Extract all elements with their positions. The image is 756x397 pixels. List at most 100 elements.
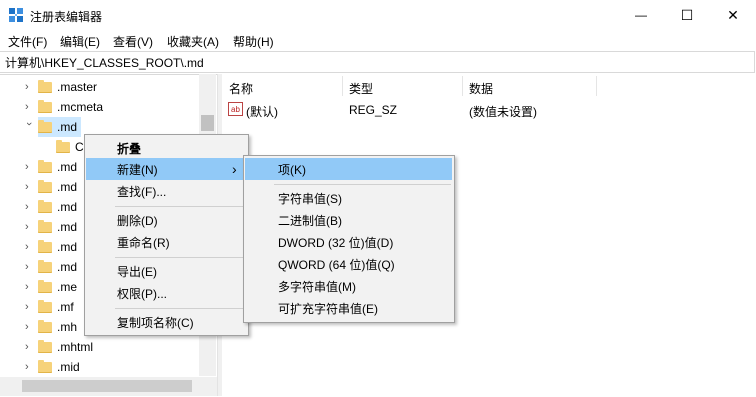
tree-item[interactable]: .md: [38, 217, 77, 237]
menu-separator: [115, 206, 245, 207]
submenu-item-key[interactable]: 项(K): [245, 158, 452, 180]
folder-icon: [38, 299, 52, 313]
tree-item-label: .mhtml: [57, 340, 93, 354]
menu-item-copy-key-name[interactable]: 复制项名称(C): [85, 311, 248, 333]
tree-item-label: .mcmeta: [57, 100, 104, 114]
maximize-button[interactable]: ☐: [664, 0, 710, 30]
tree-horizontal-scroll-thumb[interactable]: [22, 380, 192, 392]
folder-icon: [38, 219, 52, 233]
tree-item-label: .md: [57, 260, 78, 274]
menu-item-permissions[interactable]: 权限(P)...: [85, 282, 248, 304]
menu-item-label: 二进制值(B): [278, 213, 342, 228]
chevron-right-icon[interactable]: ›: [25, 201, 35, 213]
submenu-item-binary-value[interactable]: 二进制值(B): [244, 209, 454, 231]
tree-item-label: .md: [57, 220, 78, 234]
menu-item-new[interactable]: 新建(N) ›: [86, 158, 247, 180]
chevron-right-icon[interactable]: ›: [25, 81, 35, 93]
tree-item[interactable]: .md: [38, 197, 77, 217]
tree-vertical-scroll-thumb[interactable]: [201, 115, 214, 131]
menu-item-label: 删除(D): [117, 213, 158, 228]
minimize-button[interactable]: —: [618, 0, 664, 30]
chevron-right-icon[interactable]: ›: [25, 341, 35, 353]
chevron-right-icon[interactable]: ›: [25, 181, 35, 193]
close-button[interactable]: ✕: [710, 0, 756, 30]
folder-icon: [38, 359, 52, 373]
menu-item-label: 导出(E): [117, 264, 157, 279]
menu-item-delete[interactable]: 删除(D): [85, 209, 248, 231]
tree-item-label: .md: [57, 240, 78, 254]
menu-item-label: 新建(N): [117, 162, 158, 177]
tree-item-label: C: [75, 140, 84, 154]
tree-item[interactable]: .mf: [38, 297, 74, 317]
chevron-right-icon[interactable]: ›: [25, 161, 35, 173]
chevron-right-icon[interactable]: ›: [25, 301, 35, 313]
chevron-right-icon[interactable]: ›: [25, 261, 35, 273]
column-header-type[interactable]: 类型: [349, 80, 373, 97]
menu-separator: [274, 184, 451, 185]
folder-icon: [56, 139, 70, 153]
menu-favorites[interactable]: 收藏夹(A): [167, 33, 219, 50]
column-header-data[interactable]: 数据: [469, 80, 493, 97]
tree-item-selected[interactable]: .md: [38, 117, 82, 137]
new-submenu: 项(K) 字符串值(S) 二进制值(B) DWORD (32 位)值(D) QW…: [243, 155, 455, 323]
submenu-item-dword-value[interactable]: DWORD (32 位)值(D): [244, 231, 454, 253]
chevron-right-icon[interactable]: ›: [25, 281, 35, 293]
menu-view[interactable]: 查看(V): [113, 33, 153, 50]
tree-item[interactable]: .md: [38, 177, 77, 197]
folder-icon: [38, 279, 52, 293]
submenu-item-expandable-string-value[interactable]: 可扩充字符串值(E): [244, 297, 454, 319]
column-divider[interactable]: [462, 76, 463, 96]
chevron-right-icon: ›: [232, 161, 237, 177]
menu-item-export[interactable]: 导出(E): [85, 260, 248, 282]
column-divider[interactable]: [596, 76, 597, 96]
maximize-icon: ☐: [680, 6, 694, 23]
folder-icon: [38, 339, 52, 353]
menu-item-find[interactable]: 查找(F)...: [85, 180, 248, 202]
submenu-item-multi-string-value[interactable]: 多字符串值(M): [244, 275, 454, 297]
tree-item[interactable]: .md: [38, 157, 77, 177]
value-name[interactable]: (默认): [246, 103, 278, 120]
chevron-right-icon[interactable]: ›: [25, 321, 35, 333]
menu-item-collapse[interactable]: 折叠: [85, 137, 248, 159]
column-divider[interactable]: [342, 76, 343, 96]
menu-item-label: 可扩充字符串值(E): [278, 301, 378, 316]
folder-icon: [38, 119, 52, 133]
menu-separator: [115, 257, 245, 258]
tree-item-label: .md: [57, 160, 78, 174]
chevron-right-icon[interactable]: ›: [25, 221, 35, 233]
tree-item-label: .mf: [57, 300, 74, 314]
submenu-item-qword-value[interactable]: QWORD (64 位)值(Q): [244, 253, 454, 275]
value-data: (数值未设置): [469, 105, 537, 119]
menu-item-label: 字符串值(S): [278, 191, 342, 206]
tree-item[interactable]: .mhtml: [38, 337, 93, 357]
chevron-right-icon[interactable]: ›: [25, 241, 35, 253]
window-title: 注册表编辑器: [30, 10, 103, 24]
chevron-right-icon[interactable]: ›: [25, 101, 35, 113]
menu-item-label: 项(K): [278, 162, 306, 177]
submenu-item-string-value[interactable]: 字符串值(S): [244, 187, 454, 209]
regedit-icon: [9, 8, 23, 22]
menu-edit[interactable]: 编辑(E): [60, 33, 100, 50]
tree-item[interactable]: .mcmeta: [38, 97, 103, 117]
tree-item[interactable]: .mid: [38, 357, 80, 377]
tree-item-label: .master: [57, 80, 98, 94]
tree-item[interactable]: .mh: [38, 317, 77, 337]
string-value-icon: ab: [228, 102, 243, 116]
tree-item-label: .me: [57, 280, 78, 294]
tree-item[interactable]: .master: [38, 77, 97, 97]
tree-item[interactable]: C: [56, 137, 84, 157]
menu-item-label: 折叠: [117, 141, 142, 156]
menu-item-rename[interactable]: 重命名(R): [85, 231, 248, 253]
tree-item[interactable]: .me: [38, 277, 77, 297]
chevron-right-icon[interactable]: ›: [25, 361, 35, 373]
menu-item-label: 多字符串值(M): [278, 279, 356, 294]
tree-item[interactable]: .md: [38, 257, 77, 277]
folder-icon: [38, 239, 52, 253]
column-header-name[interactable]: 名称: [229, 80, 253, 97]
tree-item[interactable]: .md: [38, 237, 77, 257]
chevron-down-icon[interactable]: ›: [23, 122, 35, 132]
menu-help[interactable]: 帮助(H): [233, 33, 274, 50]
menu-file[interactable]: 文件(F): [8, 33, 47, 50]
address-path[interactable]: 计算机\HKEY_CLASSES_ROOT\.md: [5, 54, 204, 71]
menu-item-label: 权限(P)...: [117, 286, 167, 301]
